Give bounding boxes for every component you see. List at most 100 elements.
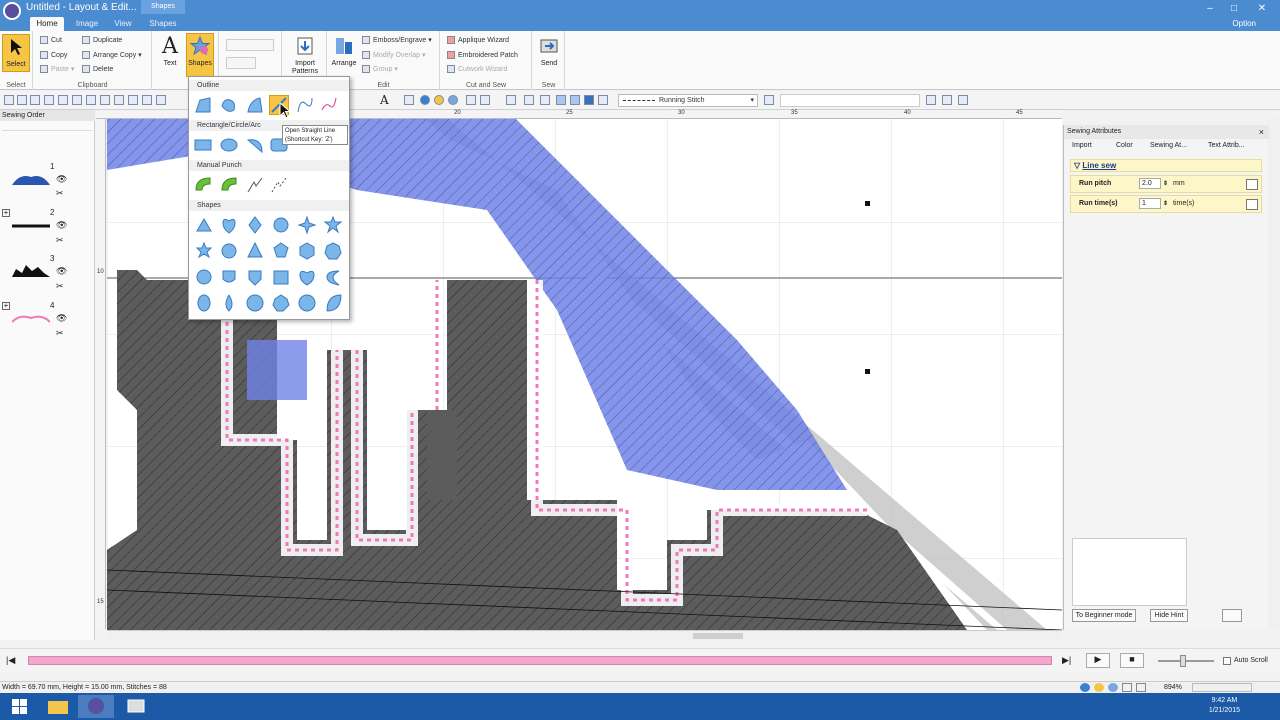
tab-color[interactable]: Color [1116,142,1133,149]
toolbar-button[interactable] [44,95,54,105]
toolbar-button[interactable] [72,95,82,105]
select-button[interactable]: Select [2,34,30,72]
tab-text-attributes[interactable]: Text Attrib... [1208,142,1245,149]
beginner-mode-button[interactable]: To Beginner mode [1072,609,1136,622]
slider-thumb[interactable] [1180,655,1186,667]
arrange-button[interactable]: Arrange [330,34,358,76]
close-button[interactable]: ✕ [1252,0,1272,17]
section-line-sew[interactable]: ▽ Line sew [1070,159,1262,172]
expand-icon[interactable]: + [2,302,10,310]
toolbar-button[interactable] [570,95,580,105]
pattern-thumbnail[interactable] [12,219,50,231]
toolbar-button[interactable] [556,95,566,105]
eye-icon[interactable]: 👁 [56,313,67,324]
send-button[interactable]: Send [535,34,563,76]
app-taskbar-icon[interactable] [78,695,114,718]
scissors-icon[interactable]: ✂ [56,281,64,292]
toolbar-button[interactable] [584,95,594,105]
reset-icon[interactable] [1246,179,1258,190]
tab-image[interactable]: Image [70,17,104,31]
color-dot-icon[interactable] [448,95,458,105]
expand-icon[interactable]: + [2,209,10,217]
toolbar-button[interactable] [156,95,166,105]
text-tool-icon[interactable]: A [380,93,389,107]
text-button[interactable]: A Text [156,34,184,76]
toolbar-button[interactable] [142,95,152,105]
tab-sewing-attributes[interactable]: Sewing At... [1150,142,1187,149]
close-icon[interactable]: × [1259,127,1264,137]
scroll-thumb[interactable] [693,633,743,639]
color-dot-icon[interactable] [420,95,430,105]
shape-option-icon[interactable] [219,95,239,115]
horizontal-scrollbar[interactable] [107,630,1062,640]
run-times-input[interactable]: 1 [1139,198,1161,209]
speed-slider[interactable] [1158,660,1214,662]
toolbar-button[interactable] [958,95,968,105]
toolbar-button[interactable] [86,95,96,105]
import-patterns-button[interactable]: Import Patterns [285,34,325,76]
group-button[interactable]: Group ▾ [362,63,398,76]
manual-punch-icon[interactable] [193,175,213,195]
spinner-icon[interactable]: ⇕ [1163,196,1168,212]
stitch-progress[interactable] [28,656,1052,665]
hint-icon[interactable] [1222,609,1242,622]
sewing-order-tools[interactable] [2,123,92,131]
applique-wizard-button[interactable]: Applique Wizard [447,34,509,47]
toolbar-button[interactable] [114,95,124,105]
forward-end-icon[interactable]: ▶| [1062,655,1071,666]
windows-start-icon[interactable] [2,695,38,718]
tab-home[interactable]: Home [30,17,64,31]
toolbar-button[interactable] [404,95,414,105]
pattern-thumbnail[interactable] [12,312,50,324]
pattern-thumbnail[interactable] [12,265,50,277]
run-pitch-input[interactable]: 2.0 [1139,178,1161,189]
toolbar-button[interactable] [540,95,550,105]
app-menu-icon[interactable] [3,2,21,20]
maximize-button[interactable]: □ [1224,0,1244,17]
scissors-icon[interactable]: ✂ [56,235,64,246]
zoom-buttons[interactable] [226,39,274,51]
arrange-copy-button[interactable]: Arrange Copy ▾ [82,49,142,62]
hide-hint-button[interactable]: Hide Hint [1150,609,1188,622]
auto-scroll-checkbox[interactable] [1223,657,1231,665]
manual-punch-icon[interactable] [219,175,239,195]
play-button[interactable]: ▶ [1086,653,1110,668]
zoom-slider[interactable] [1192,683,1252,692]
option-menu[interactable]: Option [1232,17,1256,31]
manual-line-icon[interactable] [269,175,289,195]
scissors-icon[interactable]: ✂ [56,188,64,199]
toolbar-button[interactable] [58,95,68,105]
rectangle-icon[interactable] [193,135,213,155]
cut-button[interactable]: Cut [40,34,62,47]
stop-button[interactable]: ■ [1120,653,1144,668]
eye-icon[interactable]: 👁 [56,220,67,231]
toolbar-button[interactable] [128,95,138,105]
duplicate-button[interactable]: Duplicate [82,34,122,47]
reset-icon[interactable] [1246,199,1258,210]
save-icon[interactable] [30,95,40,105]
toolbar-button[interactable] [598,95,608,105]
toolbar-button[interactable] [764,95,774,105]
shape-option-icon[interactable] [193,95,213,115]
toolbar-button[interactable] [942,95,952,105]
shapes-button[interactable]: Shapes [186,33,214,77]
scissors-icon[interactable]: ✂ [56,328,64,339]
toolbar-button[interactable] [524,95,534,105]
ellipse-icon[interactable] [219,135,239,155]
clock[interactable]: 9:42 AM 1/21/2015 [1209,696,1240,716]
pattern-thumbnail[interactable] [12,173,50,185]
paste-button[interactable]: Paste ▾ [40,63,74,76]
display-taskbar-icon[interactable] [118,695,154,718]
eye-icon[interactable]: 👁 [56,174,67,185]
file-explorer-icon[interactable] [40,695,76,718]
modify-overlap-button[interactable]: Modify Overlap ▾ [362,49,426,62]
eye-icon[interactable]: 👁 [56,266,67,277]
delete-button[interactable]: Delete [82,63,113,76]
color-dot-icon[interactable] [434,95,444,105]
toolbar-button[interactable] [506,95,516,105]
select-tool-icon[interactable] [466,95,476,105]
emboss-engrave-button[interactable]: Emboss/Engrave ▾ [362,34,432,47]
tab-view[interactable]: View [108,17,138,31]
status-icon[interactable] [1080,683,1090,692]
status-icon[interactable] [1122,683,1132,692]
